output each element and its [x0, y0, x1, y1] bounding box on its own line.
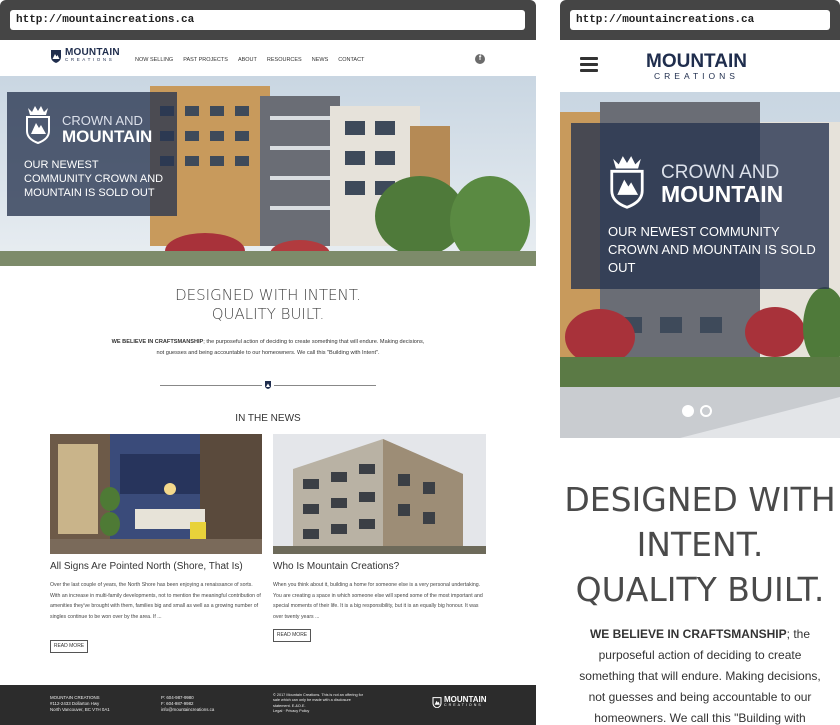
logo-name: MOUNTAIN [646, 51, 747, 72]
mobile-header: MOUNTAIN CREATIONS [560, 40, 840, 92]
section-divider-left [160, 385, 262, 386]
hero-title-crown: CROWN AND [661, 162, 780, 183]
hero-title-crown: CROWN AND [62, 113, 143, 128]
desktop-browser-window: http://mountaincreations.ca MOUNTAIN CRE… [0, 0, 536, 725]
nav-item-contact[interactable]: CONTACT [338, 57, 364, 63]
tagline: DESIGNED WITH INTENT. QUALITY BUILT. [0, 286, 536, 324]
desktop-header: MOUNTAIN CREATIONS NOW SELLING PAST PROJ… [0, 40, 536, 76]
tagline-line3: QUALITY BUILT. [575, 570, 825, 609]
article-photo[interactable] [273, 434, 486, 554]
article-photo[interactable] [50, 434, 262, 554]
hero-subtitle: OUR NEWEST COMMUNITY CROWN AND MOUNTAIN … [24, 159, 164, 199]
footer-address: MOUNTAIN CREATIONS #112-2433 Dollarton H… [50, 695, 110, 714]
intro-bold: WE BELIEVE IN CRAFTSMANSHIP [589, 627, 787, 641]
footer-address-line2: North Vancouver, BC V7H 0A1 [50, 707, 110, 713]
tagline-line1: DESIGNED WITH [564, 480, 836, 519]
desktop-address-bar[interactable]: http://mountaincreations.ca [10, 10, 525, 30]
article-title[interactable]: Who Is Mountain Creations? [273, 561, 399, 572]
news-card: All Signs Are Pointed North (Shore, That… [50, 434, 262, 654]
slider-dots [682, 405, 712, 417]
article-excerpt: When you think about it, building a home… [273, 582, 483, 620]
mobile-hero-slider: CROWN AND MOUNTAIN OUR NEWEST COMMUNITY … [560, 92, 840, 438]
site-footer: MOUNTAIN CREATIONS #112-2433 Dollarton H… [0, 685, 536, 725]
nav-item-past-projects[interactable]: PAST PROJECTS [183, 57, 228, 63]
nav-item-resources[interactable]: RESOURCES [267, 57, 302, 63]
hero-slider: CROWN AND MOUNTAIN OUR NEWEST COMMUNITY … [0, 76, 536, 266]
article-title[interactable]: All Signs Are Pointed North (Shore, That… [50, 561, 243, 572]
news-heading: IN THE NEWS [235, 413, 301, 424]
mobile-site-logo[interactable]: MOUNTAIN CREATIONS [646, 52, 747, 81]
logo-sub: CREATIONS [654, 71, 739, 81]
mobile-tagline: DESIGNED WITH INTENT. QUALITY BUILT. [560, 477, 840, 612]
crest-icon [432, 697, 442, 708]
footer-logo[interactable]: MOUNTAIN CREATIONS [432, 696, 487, 708]
footer-legal: © 2017 Mountain Creations. This is not a… [273, 693, 363, 715]
hero-title-mountain: MOUNTAIN [62, 127, 153, 146]
mobile-viewport: MOUNTAIN CREATIONS CROWN AND MOUNTAIN OU… [560, 40, 840, 725]
read-more-button[interactable]: READ MORE [50, 640, 88, 653]
hero-subtitle: OUR NEWEST COMMUNITY CROWN AND MOUNTAIN … [608, 224, 816, 275]
site-logo[interactable]: MOUNTAIN CREATIONS [50, 48, 120, 63]
intro-paragraph: WE BELIEVE IN CRAFTSMANSHIP; the purpose… [110, 337, 426, 359]
intro-bold: WE BELIEVE IN CRAFTSMANSHIP [111, 339, 204, 345]
section-divider-right [274, 385, 376, 386]
read-more-button[interactable]: READ MORE [273, 629, 311, 642]
hamburger-menu-icon[interactable] [580, 57, 598, 72]
crest-icon [51, 50, 61, 63]
news-card: Who Is Mountain Creations? When you thin… [273, 434, 486, 644]
nav-item-news[interactable]: NEWS [312, 57, 329, 63]
footer-legal-links[interactable]: Legal · Privacy Policy [273, 709, 363, 714]
logo-sub: CREATIONS [65, 57, 115, 63]
footer-contact: P: 604-987-9980 F: 604-987-9982 info@mou… [161, 695, 214, 714]
tagline-line1: DESIGNED WITH INTENT. [175, 286, 361, 304]
article-excerpt: Over the last couple of years, the North… [50, 582, 261, 620]
mobile-browser-window: http://mountaincreations.ca MOUNTAIN CRE… [560, 0, 840, 725]
hero-title-mountain: MOUNTAIN [661, 181, 784, 207]
desktop-viewport: MOUNTAIN CREATIONS NOW SELLING PAST PROJ… [0, 40, 536, 725]
main-nav: NOW SELLING PAST PROJECTS ABOUT RESOURCE… [135, 57, 364, 63]
divider-mountain-icon [265, 381, 271, 389]
hero-caption-panel: CROWN AND MOUNTAIN OUR NEWEST COMMUNITY … [7, 92, 177, 216]
tagline-line2: INTENT. [636, 525, 764, 564]
crest-icon [26, 106, 50, 144]
mobile-intro-paragraph: WE BELIEVE IN CRAFTSMANSHIP; the purpose… [574, 624, 826, 725]
mobile-address-bar[interactable]: http://mountaincreations.ca [570, 10, 830, 30]
tagline-line2: QUALITY BUILT. [211, 305, 325, 323]
slider-dot-active[interactable] [682, 405, 694, 417]
footer-email[interactable]: info@mountaincreations.ca [161, 707, 214, 713]
facebook-icon[interactable]: f [475, 54, 485, 64]
nav-item-now-selling[interactable]: NOW SELLING [135, 57, 173, 63]
crest-icon [610, 156, 644, 209]
nav-item-about[interactable]: ABOUT [238, 57, 257, 63]
hero-caption-panel: CROWN AND MOUNTAIN OUR NEWEST COMMUNITY … [571, 123, 829, 289]
intro-text: ; the purposeful action of deciding to c… [579, 627, 821, 725]
slider-dot[interactable] [700, 405, 712, 417]
footer-logo-sub: CREATIONS [444, 703, 483, 708]
